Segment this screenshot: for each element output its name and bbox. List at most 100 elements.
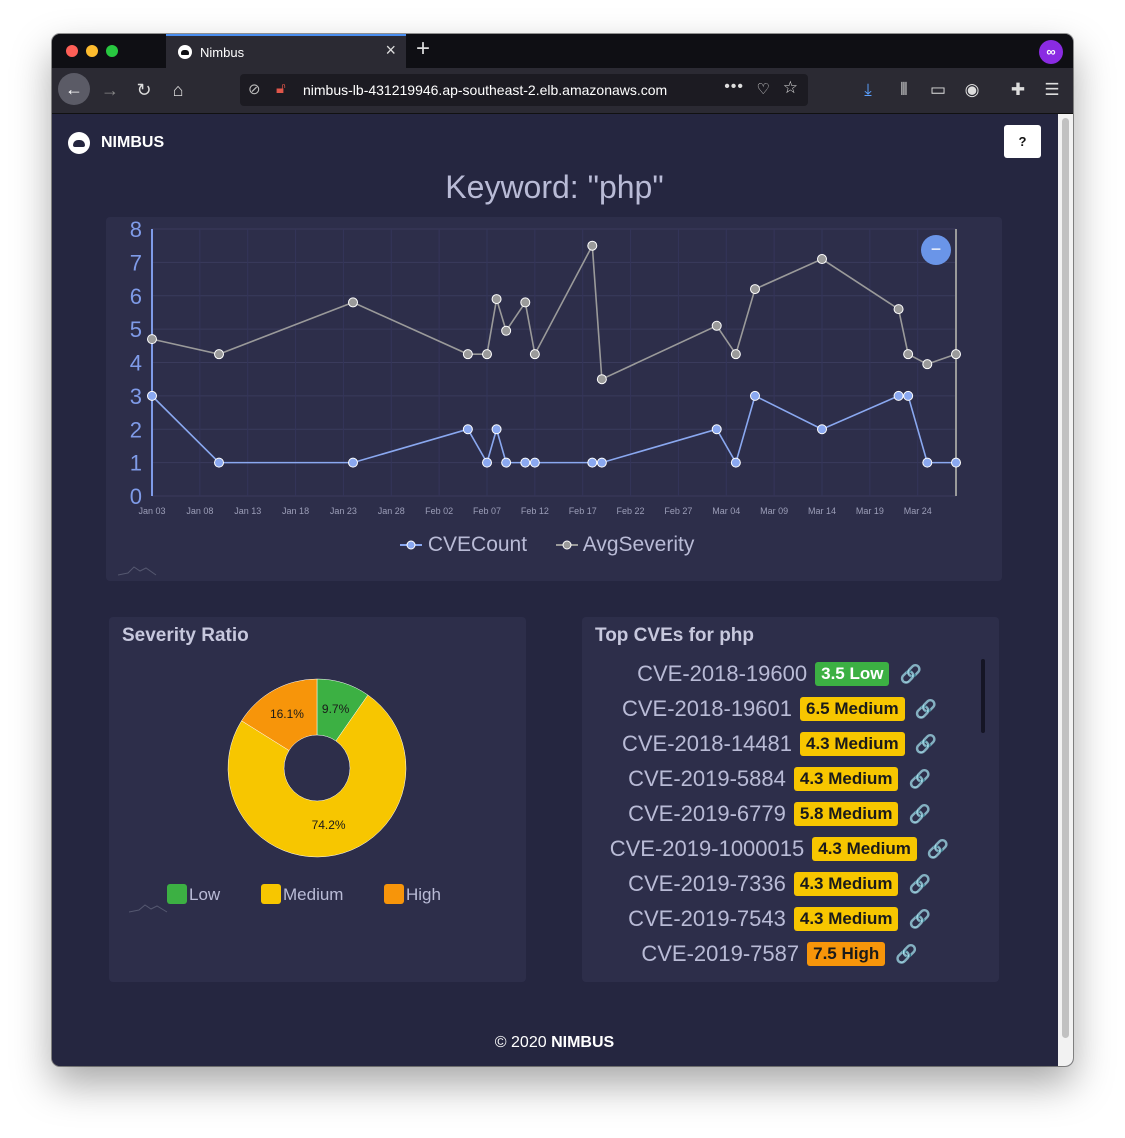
data-point-avgseverity xyxy=(893,304,904,315)
data-point-cvecount xyxy=(462,424,473,435)
legend-cvecount-label: CVECount xyxy=(427,533,528,556)
bookmark-star-icon[interactable]: ☆ xyxy=(783,78,798,98)
close-tab-icon[interactable]: × xyxy=(385,40,396,61)
pocket-icon[interactable]: ♡ xyxy=(757,80,770,98)
link-icon[interactable]: 🔗 xyxy=(908,804,930,825)
legend-high[interactable]: High xyxy=(384,884,441,905)
data-point-avgseverity xyxy=(596,374,607,385)
cvecount-legend-marker xyxy=(400,540,422,550)
data-point-cvecount xyxy=(348,457,358,468)
cve-row: CVE-2019-7587 7.5 High 🔗 xyxy=(582,941,977,967)
tab-title: Nimbus xyxy=(200,45,245,60)
footer-copyright: © 2020 xyxy=(494,1034,547,1051)
legend-cvecount[interactable]: CVECount xyxy=(400,533,527,557)
forward-button[interactable]: → xyxy=(96,76,124,104)
back-button[interactable]: ← xyxy=(58,73,90,105)
data-point-avgseverity xyxy=(750,284,760,295)
link-icon[interactable]: 🔗 xyxy=(899,664,921,685)
x-tick-label: Jan 28 xyxy=(378,506,405,516)
link-icon[interactable]: 🔗 xyxy=(908,769,930,790)
sidebar-icon[interactable]: ▭ xyxy=(924,76,952,104)
data-point-avgseverity xyxy=(491,294,502,305)
low-swatch xyxy=(167,884,187,904)
severity-badge: 4.3 Medium xyxy=(800,732,905,756)
brand-name: NIMBUS xyxy=(101,134,165,151)
page-actions-icon[interactable]: ••• xyxy=(724,78,744,96)
link-icon[interactable]: 🔗 xyxy=(915,699,937,720)
y-tick-label: 6 xyxy=(130,284,142,309)
x-tick-label: Feb 22 xyxy=(617,506,645,516)
link-icon[interactable]: 🔗 xyxy=(927,839,949,860)
high-swatch xyxy=(384,884,404,904)
data-point-cvecount xyxy=(491,424,502,435)
data-point-avgseverity xyxy=(587,240,598,251)
cloud-icon xyxy=(178,45,192,59)
list-scrollbar[interactable] xyxy=(981,659,985,733)
legend-avgseverity-label: AvgSeverity xyxy=(582,533,695,556)
top-cves-title: Top CVEs for php xyxy=(595,625,755,646)
link-icon[interactable]: 🔗 xyxy=(908,874,930,895)
legend-avgseverity[interactable]: AvgSeverity xyxy=(556,533,694,557)
cve-row: CVE-2018-19600 3.5 Low 🔗 xyxy=(582,661,977,687)
y-tick-label: 4 xyxy=(130,351,142,376)
download-icon[interactable]: ⤓ xyxy=(854,76,882,104)
link-icon[interactable]: 🔗 xyxy=(895,944,917,965)
x-tick-label: Mar 24 xyxy=(904,506,932,516)
line-chart: 012345678Jan 03 Jan 08 Jan 13 Jan 18 Jan 23 J… xyxy=(130,217,961,516)
menu-icon[interactable]: ☰ xyxy=(1038,76,1066,104)
top-cves-card: Top CVEs for php CVE-2018-19600 3.5 Low 🔗 C… xyxy=(582,617,999,982)
zoom-out-button[interactable]: − xyxy=(921,235,951,265)
new-tab-button[interactable]: + xyxy=(416,35,430,63)
legend-low-label: Low xyxy=(189,885,221,904)
footer: © 2020 NIMBUS xyxy=(52,1034,1057,1052)
severity-donut-chart: 9.7% 74.2% 16.1% xyxy=(227,678,407,858)
data-point-avgseverity xyxy=(730,349,741,360)
page-scrollbar[interactable] xyxy=(1058,114,1073,1066)
legend-high-label: High xyxy=(406,885,441,904)
data-point-cvecount xyxy=(520,457,531,468)
cve-id: CVE-2019-7336 xyxy=(628,871,786,896)
account-icon[interactable]: ◉ xyxy=(958,76,986,104)
data-point-avgseverity xyxy=(529,349,540,360)
help-button[interactable]: ? xyxy=(1004,125,1041,158)
pie-value-label: 9.7% xyxy=(322,702,350,716)
page-content: NIMBUS ? Keyword: "php" 0 1 2 3 4 5 6 7 8 Jan 03 J… xyxy=(52,114,1073,1066)
y-tick-label: 7 xyxy=(130,250,142,275)
cve-row: CVE-2018-14481 4.3 Medium 🔗 xyxy=(582,731,977,757)
x-tick-label: Mar 19 xyxy=(856,506,884,516)
data-point-cvecount xyxy=(893,390,904,401)
url-text[interactable]: nimbus-lb-431219946.ap-southeast-2.elb.a… xyxy=(303,82,713,98)
scrollbar-thumb[interactable] xyxy=(1062,118,1069,1038)
severity-badge: 4.3 Medium xyxy=(793,767,899,791)
pie-value-label: 74.2% xyxy=(312,818,346,832)
maximize-window-button[interactable] xyxy=(106,45,118,57)
insecure-lock-icon[interactable]: 🔓︎ xyxy=(276,80,286,97)
link-icon[interactable]: 🔗 xyxy=(908,909,930,930)
legend-medium-label: Medium xyxy=(283,885,344,904)
y-tick-label: 8 xyxy=(130,217,142,242)
data-point-cvecount xyxy=(501,457,512,468)
page-title: Keyword: "php" xyxy=(445,169,664,205)
y-tick-label: 3 xyxy=(130,384,142,409)
home-button[interactable]: ⌂ xyxy=(164,76,192,104)
library-icon[interactable]: ⫴ xyxy=(890,76,918,104)
browser-tab[interactable]: Nimbus × xyxy=(166,34,406,68)
cve-id: CVE-2019-7543 xyxy=(628,906,786,931)
link-icon[interactable]: 🔗 xyxy=(915,734,937,755)
tracking-shield-icon[interactable]: ⊘ xyxy=(248,80,261,98)
cve-row: CVE-2019-7543 4.3 Medium 🔗 xyxy=(582,906,977,932)
minimize-window-button[interactable] xyxy=(86,45,98,57)
legend-low[interactable]: Low xyxy=(167,884,220,905)
x-tick-label: Mar 09 xyxy=(760,506,788,516)
x-tick-label: Feb 07 xyxy=(473,506,501,516)
x-tick-label: Mar 14 xyxy=(808,506,836,516)
reload-button[interactable]: ↻ xyxy=(130,76,158,104)
severity-ratio-title: Severity Ratio xyxy=(122,625,249,646)
data-point-cvecount xyxy=(951,457,961,468)
data-point-avgseverity xyxy=(214,349,224,360)
legend-medium[interactable]: Medium xyxy=(261,884,343,905)
x-tick-label: Feb 17 xyxy=(569,506,597,516)
close-window-button[interactable] xyxy=(66,45,78,57)
address-bar[interactable]: ⊘ 🔓︎ nimbus-lb-431219946.ap-southeast-2.… xyxy=(240,74,808,106)
extensions-icon[interactable]: ✚ xyxy=(1004,76,1032,104)
